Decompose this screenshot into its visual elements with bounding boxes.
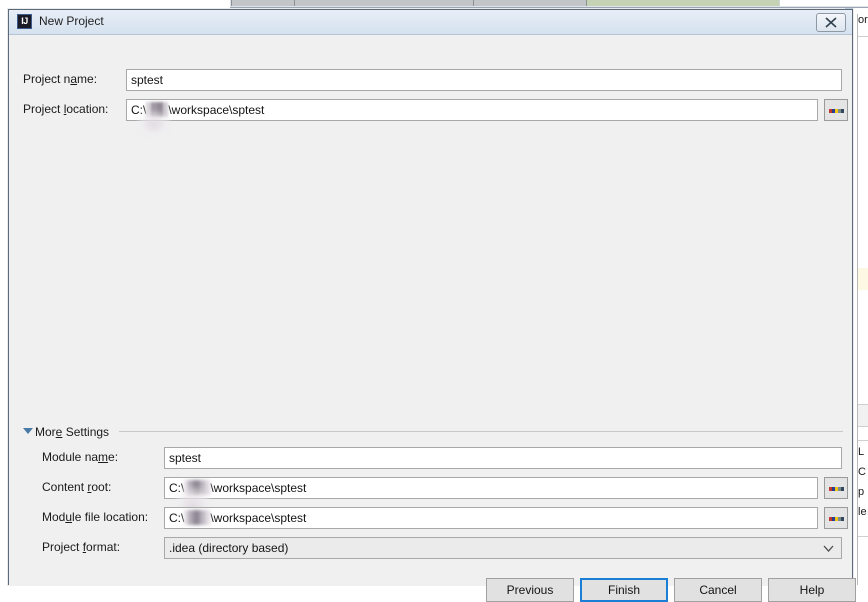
ellipsis-icon xyxy=(829,109,844,113)
module-name-input[interactable]: sptest xyxy=(164,447,842,469)
more-settings-toggle-icon[interactable] xyxy=(23,428,33,434)
background-text-fragment-4: le xyxy=(858,506,867,518)
background-gray-bar-1 xyxy=(858,404,868,426)
dialog-title: New Project xyxy=(39,14,104,28)
module-name-label-pre: Module na xyxy=(42,450,99,464)
background-tab-2[interactable] xyxy=(294,0,474,6)
background-rule-1 xyxy=(858,36,868,37)
module-file-location-input[interactable]: C:\ \workspace\sptest xyxy=(164,507,818,529)
project-format-select[interactable]: .idea (directory based) xyxy=(164,537,842,559)
module-name-label: Module name: xyxy=(42,450,118,464)
project-format-label-pre: Project xyxy=(42,540,83,554)
dialog-title-bar: IJ New Project xyxy=(9,10,852,35)
dialog-body: Project name: sptest Project location: C… xyxy=(9,35,856,602)
finish-button[interactable]: Finish xyxy=(580,578,668,602)
background-text-fragment-3: p xyxy=(858,486,865,498)
module-file-location-value-prefix: C:\ xyxy=(169,511,185,525)
project-name-label: Project name: xyxy=(23,72,97,86)
project-name-input[interactable]: sptest xyxy=(126,69,842,91)
background-tab-5[interactable] xyxy=(779,0,868,6)
project-format-selected-value: .idea (directory based) xyxy=(169,541,289,555)
project-format-label-post: ormat: xyxy=(86,540,121,554)
previous-button[interactable]: Previous xyxy=(486,578,574,602)
project-location-value-prefix: C:\ xyxy=(131,103,147,117)
background-rule-2 xyxy=(858,404,868,405)
close-button[interactable] xyxy=(816,13,846,32)
content-root-input[interactable]: C:\ \workspace\sptest xyxy=(164,477,818,499)
close-icon xyxy=(825,17,837,28)
content-root-value-suffix: \workspace\sptest xyxy=(210,481,307,495)
project-location-browse-button[interactable] xyxy=(824,99,848,121)
module-file-location-label-pre: Mod xyxy=(42,510,66,524)
content-root-label: Content root: xyxy=(42,480,111,494)
background-text-fragment-2: C xyxy=(858,466,866,478)
redacted-username xyxy=(184,480,211,495)
background-text-fragment-0: or xyxy=(858,14,868,26)
module-name-value: sptest xyxy=(169,451,202,465)
background-highlight-band xyxy=(858,268,868,290)
project-format-label: Project format: xyxy=(42,540,120,554)
module-file-location-value-suffix: \workspace\sptest xyxy=(210,511,307,525)
help-button[interactable]: Help xyxy=(768,578,856,602)
more-settings-label[interactable]: More Settings xyxy=(35,425,116,439)
module-name-label-post: e: xyxy=(108,450,119,464)
intellij-idea-icon: IJ xyxy=(17,14,32,29)
ellipsis-icon xyxy=(829,517,844,521)
module-file-location-label-post: le file location: xyxy=(72,510,149,524)
project-location-label-post: ocation: xyxy=(66,102,109,116)
redacted-username xyxy=(146,102,169,117)
content-root-label-post: oot: xyxy=(91,480,112,494)
module-file-location-label: Module file location: xyxy=(42,510,148,524)
background-content-divider xyxy=(857,14,858,585)
module-file-location-browse-button[interactable] xyxy=(824,507,848,529)
background-rule-4 xyxy=(858,440,868,441)
background-text-fragment-1: L xyxy=(858,446,865,458)
content-root-browse-button[interactable] xyxy=(824,477,848,499)
project-name-label-post: me: xyxy=(77,72,98,86)
ellipsis-icon xyxy=(829,487,844,491)
chevron-down-icon xyxy=(823,545,834,552)
new-project-dialog: IJ New Project Project name: sptest Proj… xyxy=(8,9,856,602)
background-tab-4-active[interactable] xyxy=(586,0,780,6)
background-rule-3 xyxy=(858,426,868,427)
project-name-value: sptest xyxy=(131,73,164,87)
background-tab-strip xyxy=(230,0,868,8)
project-location-input[interactable]: C:\ \workspace\sptest xyxy=(126,99,818,121)
project-location-label-pre: Project xyxy=(23,102,64,116)
more-settings-label-post: Settings xyxy=(62,425,110,439)
more-settings-label-pre: Mor xyxy=(35,425,56,439)
redacted-username xyxy=(184,510,211,525)
background-tab-3[interactable] xyxy=(473,0,587,6)
more-settings-separator xyxy=(119,431,843,432)
project-location-label: Project location: xyxy=(23,102,108,116)
background-tab-1[interactable] xyxy=(231,0,295,6)
content-root-value-prefix: C:\ xyxy=(169,481,185,495)
project-name-label-pre: Project n xyxy=(23,72,71,86)
content-root-label-pre: Content xyxy=(42,480,88,494)
project-location-value-suffix: \workspace\sptest xyxy=(168,103,265,117)
module-name-label-mnemonic: m xyxy=(98,450,109,464)
background-rule-5 xyxy=(858,536,868,537)
cancel-button[interactable]: Cancel xyxy=(674,578,762,602)
